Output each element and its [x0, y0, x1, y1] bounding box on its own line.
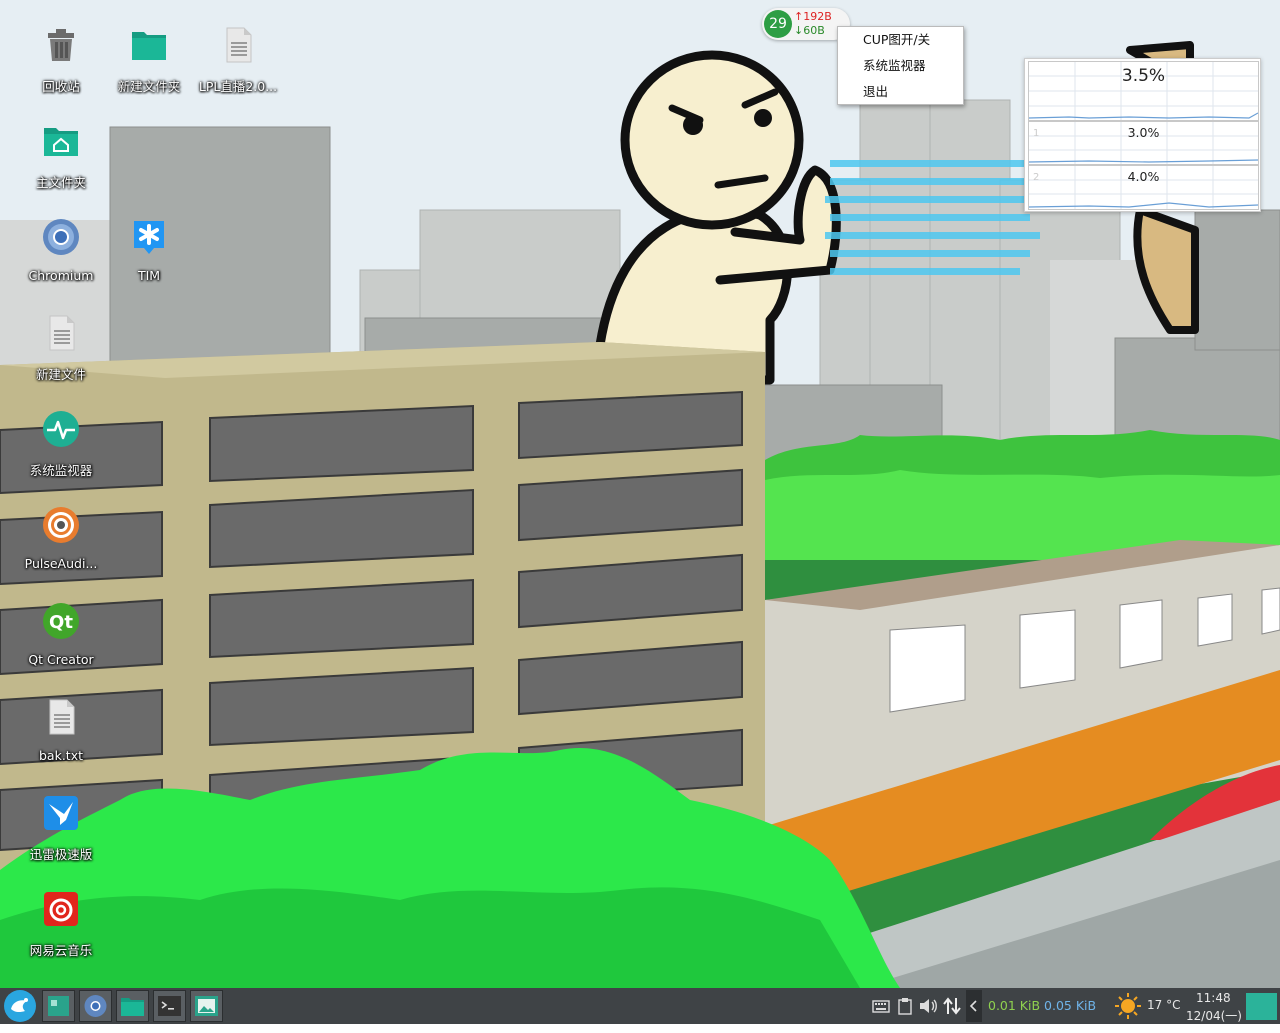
desktop-icon-label: Qt Creator [28, 652, 94, 667]
document-icon [226, 27, 252, 63]
document-icon [49, 315, 75, 351]
trash-icon [48, 29, 74, 61]
net-upload-speed: 0.01 KiB [988, 998, 1041, 1013]
cpu2-graph: 2 4.0% [1028, 165, 1259, 210]
xunlei-bird-icon [44, 796, 78, 830]
sun-weather-icon [1115, 993, 1141, 1019]
menu-item-cpu-graph-toggle[interactable]: CUP图开/关 [838, 27, 963, 53]
tray-temperature: 17 °C [1147, 998, 1181, 1012]
tray-keyboard[interactable] [872, 997, 890, 1033]
desktop-icon-pulseaudio[interactable]: PulseAudi... [11, 500, 111, 590]
chromium-icon [43, 219, 79, 255]
image-viewer-icon [195, 996, 218, 1016]
chevron-left-icon [969, 1000, 977, 1012]
taskbar-app-folder[interactable] [116, 990, 149, 1022]
context-menu: CUP图开/关 系统监视器 退出 [837, 26, 964, 105]
cpu-usage-widget[interactable]: 3.5% 1 3.0% 2 4.0% [1024, 58, 1261, 212]
tray-clock-time[interactable]: 11:48 [1196, 991, 1231, 1005]
net-download-speed: 0.05 KiB [1044, 998, 1097, 1013]
volume-icon [920, 999, 937, 1013]
deepin-logo-icon [4, 990, 36, 1022]
cpu-total-value: 3.5% [1121, 66, 1166, 86]
cpu-total-graph: 3.5% [1028, 61, 1259, 121]
desktop-icon-netease-music[interactable]: 网易云音乐 [11, 884, 111, 974]
folder-icon [132, 32, 166, 60]
net-ball-count: 29 [764, 10, 792, 38]
keyboard-icon [872, 1000, 890, 1013]
file-manager-icon [48, 996, 69, 1016]
svg-text:Qt: Qt [49, 612, 73, 633]
taskbar-app-chromium[interactable] [79, 990, 112, 1022]
tray-clock-date[interactable]: 12/04(一) [1186, 1007, 1242, 1024]
folder-icon [121, 998, 144, 1016]
desktop-icon-label: bak.txt [38, 748, 83, 763]
desktop-icon-trash[interactable]: 回收站 [11, 20, 111, 110]
chromium-icon [84, 995, 107, 1017]
desktop-icon-new-folder[interactable]: 新建文件夹 [99, 20, 199, 110]
tim-icon [134, 221, 164, 254]
start-menu-button[interactable] [3, 989, 37, 1023]
tray-weather[interactable] [1114, 992, 1142, 1028]
desktop-icon-home-folder[interactable]: 主文件夹 [11, 116, 111, 206]
pulseaudio-icon [43, 507, 79, 543]
cpu1-graph: 1 3.0% [1028, 121, 1259, 165]
taskbar: 0.01 KiB 0.05 KiB 17 °C 11:48 12/04(一) [0, 988, 1280, 1024]
desktop-icon-xunlei[interactable]: 迅雷极速版 [11, 788, 111, 878]
net-ball-upload: ↑192B [794, 10, 832, 23]
desktop-icon-label: 迅雷极速版 [29, 847, 93, 862]
desktop-icon-label: 系统监视器 [29, 463, 93, 478]
show-desktop-button[interactable] [1246, 993, 1277, 1020]
desktop-icon-label: 主文件夹 [35, 175, 86, 190]
desktop-icon-chromium[interactable]: Chromium [11, 212, 111, 302]
tray-net-speed: 0.01 KiB 0.05 KiB [988, 998, 1096, 1013]
desktop-icon-lpl-file[interactable]: LPL直播2.0... [188, 20, 288, 110]
desktop-icon-label: PulseAudi... [24, 556, 98, 571]
cpu2-value: 4.0% [1127, 169, 1160, 184]
desktop-icon-label: 网易云音乐 [29, 943, 93, 958]
home-folder-icon [44, 128, 78, 156]
taskbar-app-file-manager[interactable] [42, 990, 75, 1022]
tray-expand-arrow[interactable] [966, 990, 982, 1022]
clipboard-icon [898, 998, 912, 1015]
menu-item-quit[interactable]: 退出 [838, 79, 963, 105]
desktop-icon-label: 回收站 [42, 79, 80, 94]
desktop-icon-label: TIM [137, 268, 161, 283]
desktop-icon-label: Chromium [28, 268, 94, 283]
tray-volume[interactable] [918, 997, 938, 1033]
desktop-icon-new-file[interactable]: 新建文件 [11, 308, 111, 398]
desktop-icon-tim[interactable]: TIM [99, 212, 199, 302]
net-ball-download: ↓60B [794, 24, 825, 37]
netease-music-icon [44, 892, 78, 926]
system-monitor-icon [43, 411, 79, 447]
tray-clipboard[interactable] [896, 997, 914, 1033]
desktop-icon-label: 新建文件夹 [117, 79, 181, 94]
network-arrows-icon [943, 997, 961, 1015]
taskbar-app-image-viewer[interactable] [190, 990, 223, 1022]
terminal-icon [158, 996, 181, 1016]
desktop-icon-bak-txt[interactable]: bak.txt [11, 692, 111, 782]
cpu1-value: 3.0% [1127, 125, 1160, 140]
desktop-icon-label: LPL直播2.0... [198, 79, 278, 94]
menu-item-system-monitor[interactable]: 系统监视器 [838, 53, 963, 79]
desktop-icon-system-monitor[interactable]: 系统监视器 [11, 404, 111, 494]
taskbar-app-terminal[interactable] [153, 990, 186, 1022]
desktop-icon-label: 新建文件 [35, 367, 86, 382]
qt-creator-icon: Qt [43, 603, 79, 639]
tray-network[interactable] [943, 996, 961, 1032]
text-file-icon [49, 699, 75, 735]
desktop-icon-qt-creator[interactable]: Qt Qt Creator [11, 596, 111, 686]
